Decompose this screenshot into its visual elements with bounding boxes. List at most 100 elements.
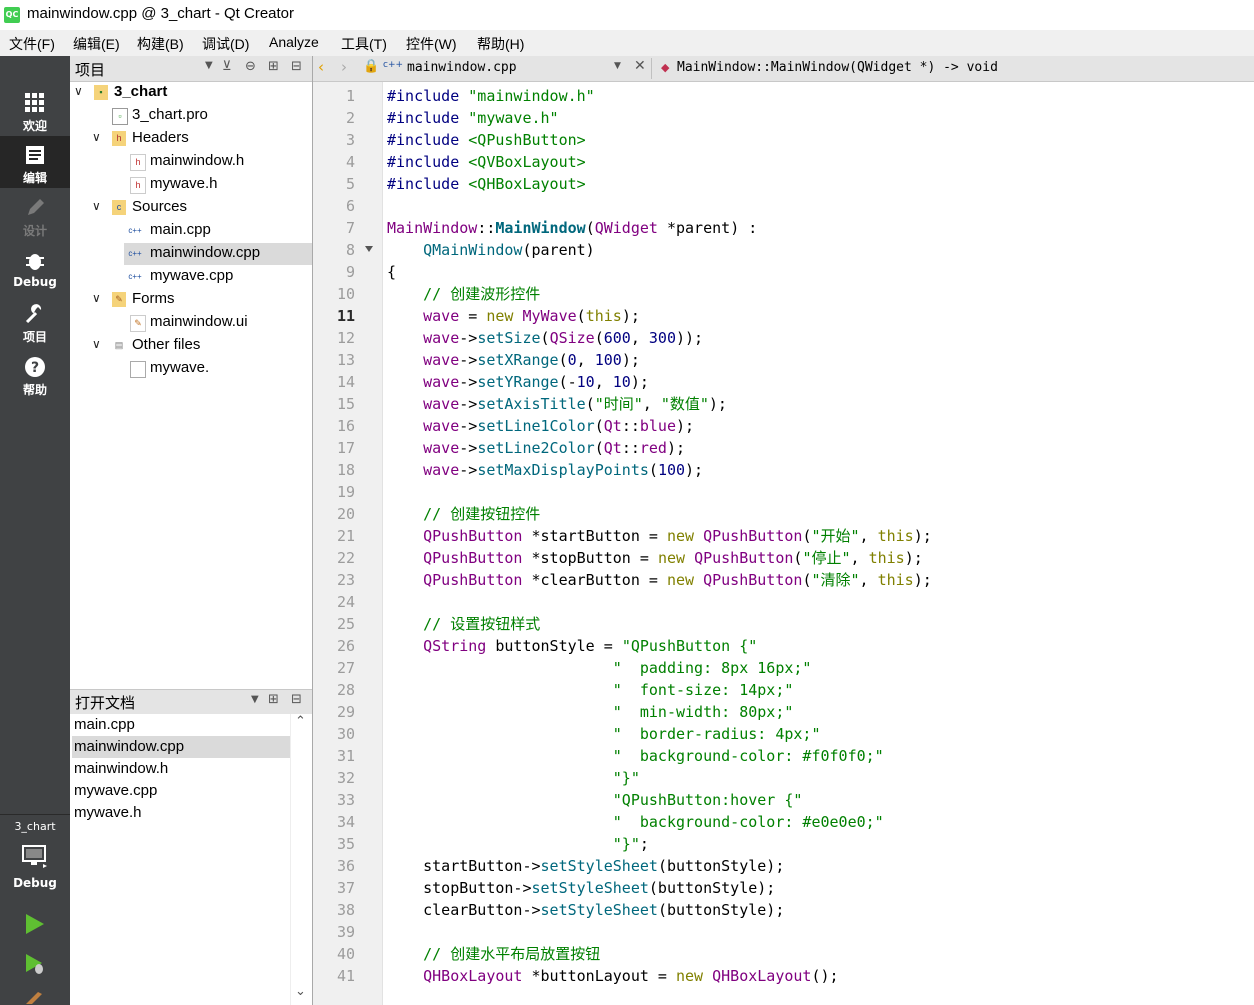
chevron-down-icon[interactable]: ▼ bbox=[251, 694, 259, 705]
mode-projects[interactable]: 项目 bbox=[0, 295, 70, 347]
code-line: QPushButton *startButton = new QPushButt… bbox=[387, 525, 932, 547]
mode-label: 欢迎 bbox=[22, 119, 47, 133]
close-document-icon[interactable]: ✕ bbox=[634, 58, 646, 74]
tree-item-source-file-selected[interactable]: c++ mainwindow.cpp bbox=[124, 243, 312, 265]
close-pane-icon[interactable]: ⊟ bbox=[291, 692, 302, 707]
mode-help[interactable]: ? 帮助 bbox=[0, 348, 70, 400]
code-line: wave->setXRange(0, 100); bbox=[387, 349, 640, 371]
chevron-down-icon[interactable]: ∨ bbox=[92, 130, 101, 144]
code-token: setLine1Color bbox=[477, 417, 595, 435]
scroll-up-icon[interactable]: ⌃ bbox=[295, 714, 306, 729]
split-icon[interactable]: ⊞ bbox=[268, 59, 279, 74]
code-token: )); bbox=[676, 329, 704, 347]
run-icon[interactable] bbox=[24, 912, 46, 936]
close-pane-icon[interactable]: ⊟ bbox=[291, 59, 302, 74]
tree-item-header-file[interactable]: h mywave.h bbox=[70, 174, 312, 196]
line-number: 37 bbox=[336, 879, 355, 897]
code-token: , bbox=[850, 549, 869, 567]
scrollbar[interactable]: ⌃ ⌄ bbox=[290, 714, 311, 1005]
mode-design[interactable]: 设计 bbox=[0, 189, 70, 241]
build-hammer-icon[interactable] bbox=[24, 988, 46, 1005]
mode-welcome[interactable]: 欢迎 bbox=[0, 84, 70, 136]
mode-edit[interactable]: 编辑 bbox=[0, 136, 70, 188]
open-doc-item[interactable]: mywave.h bbox=[72, 802, 292, 824]
code-token: 10 bbox=[612, 373, 631, 391]
bug-icon bbox=[26, 254, 44, 270]
link-icon[interactable]: ⊖ bbox=[245, 59, 256, 74]
open-doc-item[interactable]: mywave.cpp bbox=[72, 780, 292, 802]
symbol-selector[interactable]: ◆ MainWindow::MainWindow(QWidget *) -> v… bbox=[659, 56, 1249, 81]
kit-project-label: 3_chart bbox=[14, 820, 56, 833]
open-doc-item[interactable]: mainwindow.h bbox=[72, 758, 292, 780]
code-token: (buttonStyle); bbox=[657, 901, 785, 919]
tree-item-forms[interactable]: ∨ ✎ Forms bbox=[70, 289, 312, 311]
code-line: "}" bbox=[387, 767, 640, 789]
back-arrow-icon[interactable]: ‹ bbox=[318, 58, 324, 76]
menu-edit[interactable]: 编辑(E) bbox=[73, 34, 120, 54]
code-line: " padding: 8px 16px;" bbox=[387, 657, 812, 679]
code-token: new bbox=[657, 549, 686, 567]
fold-marker-icon[interactable] bbox=[363, 244, 375, 254]
code-token: wave bbox=[423, 307, 460, 325]
menu-analyze[interactable]: Analyze bbox=[269, 34, 319, 50]
folder-icon: c bbox=[112, 200, 126, 215]
tree-item-source-file[interactable]: c++ main.cpp bbox=[70, 220, 312, 242]
code-token: QPushButton bbox=[423, 549, 523, 567]
code-token: <QHBoxLayout> bbox=[468, 175, 586, 193]
folder-icon: h bbox=[112, 131, 126, 146]
code-line: wave->setSize(QSize(600, 300)); bbox=[387, 327, 703, 349]
code-token: 10 bbox=[576, 373, 595, 391]
filter-icon[interactable]: ⊻ bbox=[222, 59, 232, 74]
tree-item-source-file[interactable]: c++ mywave.cpp bbox=[70, 266, 312, 288]
line-number: 18 bbox=[336, 461, 355, 479]
file-selector[interactable]: c++ mainwindow.cpp ▼ bbox=[381, 56, 641, 81]
menu-help[interactable]: 帮助(H) bbox=[477, 34, 524, 54]
tree-item-other-file[interactable]: mywave. bbox=[70, 358, 312, 380]
code-token: wave bbox=[423, 439, 460, 457]
menu-widgets[interactable]: 控件(W) bbox=[406, 34, 457, 54]
debug-run-icon[interactable] bbox=[24, 952, 46, 976]
menu-build[interactable]: 构建(B) bbox=[137, 34, 184, 54]
menu-tools[interactable]: 工具(T) bbox=[341, 34, 387, 54]
tree-item-project[interactable]: ∨ ▪ 3_chart bbox=[70, 82, 312, 104]
tree-item-headers[interactable]: ∨ h Headers bbox=[70, 128, 312, 150]
chevron-down-icon[interactable]: ∨ bbox=[74, 84, 83, 98]
code-token: ( bbox=[594, 417, 604, 435]
code-token: #include bbox=[387, 175, 469, 193]
tree-item-header-file[interactable]: h mainwindow.h bbox=[70, 151, 312, 173]
kit-selector[interactable]: Debug bbox=[0, 840, 70, 892]
code-token: ); bbox=[630, 373, 649, 391]
code-editor[interactable]: #include "mainwindow.h" #include "mywave.… bbox=[387, 82, 1254, 1005]
code-token: // 设置按钮样式 bbox=[423, 615, 541, 633]
tree-item-ui-file[interactable]: ✎ mainwindow.ui bbox=[70, 312, 312, 334]
code-line: clearButton->setStyleSheet(buttonStyle); bbox=[387, 899, 784, 921]
tree-item-sources[interactable]: ∨ c Sources bbox=[70, 197, 312, 219]
code-line: wave->setLine2Color(Qt::red); bbox=[387, 437, 685, 459]
chevron-down-icon[interactable]: ∨ bbox=[92, 291, 101, 305]
chevron-down-icon[interactable]: ∨ bbox=[92, 199, 101, 213]
open-doc-item-selected[interactable]: mainwindow.cpp bbox=[72, 736, 292, 758]
chevron-down-icon[interactable]: ∨ bbox=[92, 337, 101, 351]
chevron-down-icon[interactable]: ▼ bbox=[205, 60, 213, 71]
blank-file-icon bbox=[130, 361, 146, 378]
code-token: -> bbox=[459, 395, 478, 413]
split-icon[interactable]: ⊞ bbox=[268, 692, 279, 707]
code-token: ); bbox=[676, 417, 695, 435]
menu-file[interactable]: 文件(F) bbox=[9, 34, 55, 54]
line-number: 27 bbox=[336, 659, 355, 677]
code-token: wave bbox=[423, 329, 460, 347]
open-doc-item[interactable]: main.cpp bbox=[72, 714, 292, 736]
code-token: (parent) bbox=[522, 241, 595, 259]
forward-arrow-icon[interactable]: › bbox=[341, 58, 347, 76]
mode-debug[interactable]: Debug bbox=[0, 242, 70, 294]
code-token: ); bbox=[913, 571, 932, 589]
code-line: QString buttonStyle = "QPushButton {" bbox=[387, 635, 757, 657]
tree-item-other-files[interactable]: ∨ ▤ Other files bbox=[70, 335, 312, 357]
tree-item-pro-file[interactable]: ▫ 3_chart.pro bbox=[70, 105, 312, 127]
scroll-down-icon[interactable]: ⌄ bbox=[295, 984, 306, 999]
menu-debug[interactable]: 调试(D) bbox=[202, 34, 249, 54]
menu-bar: 文件(F) 编辑(E) 构建(B) 调试(D) Analyze 工具(T) 控件… bbox=[0, 30, 1254, 56]
code-token: setYRange bbox=[477, 373, 559, 391]
line-number: 5 bbox=[345, 175, 355, 193]
